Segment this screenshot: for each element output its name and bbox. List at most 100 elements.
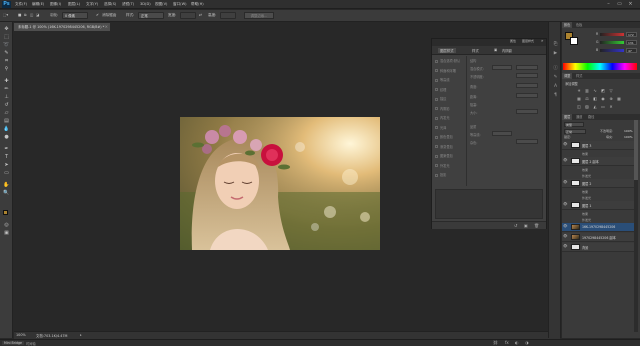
eyedropper-tool-icon[interactable]: ⚲ [3,66,10,72]
gradient-map-icon[interactable]: ▭ [600,104,606,109]
layer-row[interactable]: 👁 16K-1970298445206 [562,223,634,232]
restore-icon[interactable]: ▭ [615,1,624,8]
menu-help[interactable]: 帮助(H) [191,2,204,7]
lasso-tool-icon[interactable]: ➰ [3,42,10,48]
effect-checkbox[interactable] [435,116,438,120]
vibrance-icon[interactable]: ▽ [608,88,614,93]
gradient-tool-icon[interactable]: ▤ [3,118,10,124]
brightness-icon[interactable]: ☀ [576,88,582,93]
size-field[interactable] [516,109,538,114]
actions-panel-icon[interactable]: ▶ [552,51,559,57]
layer-row[interactable]: 👁 图层 2 [562,179,634,188]
effect-item[interactable]: 等高线 [435,77,450,82]
layer-effect-row[interactable]: 效果 [582,212,588,216]
slider-value[interactable]: 131 [626,40,637,45]
type-tool-icon[interactable]: T [3,154,10,160]
shape-tool-icon[interactable]: ▭ [3,170,10,176]
opacity-value[interactable]: 100% [624,129,633,133]
tab-color[interactable]: 颜色 [562,22,573,28]
menu-filter[interactable]: 滤镜(T) [122,2,134,7]
fill-value[interactable]: 100% [624,135,633,139]
zoom-tool-icon[interactable]: 🔍 [3,190,10,196]
blur-tool-icon[interactable]: 💧 [3,126,10,132]
effect-checkbox[interactable] [435,107,438,110]
opacity-field[interactable] [516,73,538,78]
color-spectrum[interactable] [563,63,637,70]
color-balance-icon[interactable]: ⚖ [584,96,590,101]
posterize-icon[interactable]: ▨ [584,104,590,109]
canvas-image[interactable] [180,117,380,250]
effect-item[interactable]: 斜面和浮雕 [435,68,456,73]
effect-item[interactable]: 内发光 [435,115,450,120]
pen-tool-icon[interactable]: ✒ [3,146,10,152]
visibility-eye-icon[interactable]: 👁 [563,234,567,238]
effect-checkbox[interactable] [435,69,438,72]
effect-checkbox[interactable] [435,126,438,129]
effect-item[interactable]: 混合选项:默认 [435,58,460,63]
exposure-icon[interactable]: ◩ [600,88,606,93]
tab-channels[interactable]: 通道 [574,114,584,120]
effect-item[interactable]: 外发光 [435,163,450,168]
screen-mode-icon[interactable]: ▣ [3,230,10,236]
effect-checkbox[interactable] [435,135,438,139]
color-slider[interactable] [600,33,624,36]
info-panel-icon[interactable]: ⓘ [552,66,559,72]
effect-item[interactable]: 纹理 [435,87,446,92]
contour-select[interactable] [492,131,512,136]
visibility-eye-icon[interactable]: 👁 [563,158,567,162]
clone-stamp-tool-icon[interactable]: ⊥ [3,94,10,100]
effect-checkbox[interactable] [435,164,438,167]
visibility-eye-icon[interactable]: 👁 [563,180,567,184]
effect-item[interactable]: 光泽 [435,125,446,130]
menu-type[interactable]: 文字(Y) [86,2,98,7]
new-selection-icon[interactable]: ■ [18,13,21,17]
selective-color-icon[interactable]: ✕ [608,104,614,109]
quick-mask-icon[interactable]: ◎ [3,222,10,228]
photo-filter-icon[interactable]: ◉ [600,96,606,101]
layer-effect-row[interactable]: 外发光 [582,218,591,222]
refine-edge-button[interactable]: 调整边缘... [244,12,274,19]
effect-checkbox[interactable] [435,78,438,82]
levels-icon[interactable]: ▥ [584,88,590,93]
width-input[interactable] [180,12,196,19]
status-menu-icon[interactable]: ▸ [80,333,82,337]
eraser-tool-icon[interactable]: ▱ [3,110,10,116]
distance-field[interactable] [516,93,538,98]
fx-icon[interactable]: fx [505,340,509,345]
visibility-eye-icon[interactable]: 👁 [563,244,567,248]
move-tool-icon[interactable]: ✥ [3,26,10,32]
effect-checkbox[interactable] [435,59,438,63]
tab-layers[interactable]: 图层 [562,114,573,120]
layer-effect-row[interactable]: 外发光 [582,196,591,200]
curves-icon[interactable]: ∿ [592,88,598,93]
history-brush-tool-icon[interactable]: ↺ [3,102,10,108]
blend-mode-select[interactable]: 正常 [564,129,586,134]
visibility-eye-icon[interactable]: 👁 [563,202,567,206]
layer-row[interactable]: 👁 1970298445206 副本 [562,233,634,242]
layer-row[interactable]: 👁 图层 3 [562,141,634,150]
minimize-icon[interactable]: – [604,1,613,8]
color-slider[interactable] [600,49,624,52]
layer-filter-kind[interactable]: 类型 [564,122,584,127]
threshold-icon[interactable]: ◭ [592,104,598,109]
dodge-tool-icon[interactable]: ● [3,134,10,140]
menu-edit[interactable]: 编辑(E) [32,2,44,7]
antialias-checkbox[interactable]: ✔ [96,13,99,17]
blend-mode-select[interactable] [492,65,512,70]
history-panel-icon[interactable]: ⎘ [552,42,559,48]
layer-effect-row[interactable]: 效果 [582,190,588,194]
brush-tool-icon[interactable]: ✏ [3,86,10,92]
menu-select[interactable]: 选择(S) [104,2,116,7]
adjustment-layer-icon[interactable]: ◑ [525,340,529,345]
subtract-selection-icon[interactable]: ◫ [30,13,33,17]
effect-checkbox[interactable] [435,145,438,148]
zoom-level[interactable]: 100% [16,333,26,337]
menu-window[interactable]: 窗口(W) [173,2,187,7]
slider-value[interactable]: 172 [626,32,637,37]
tab-inner-shadow[interactable]: 内阴影 [502,48,512,53]
path-select-tool-icon[interactable]: ➤ [3,162,10,168]
layer-effect-row[interactable]: 效果 [582,152,588,156]
hand-tool-icon[interactable]: ✋ [3,182,10,188]
slider-value[interactable]: 47 [626,48,637,53]
mask-icon[interactable]: ◐ [515,340,519,345]
